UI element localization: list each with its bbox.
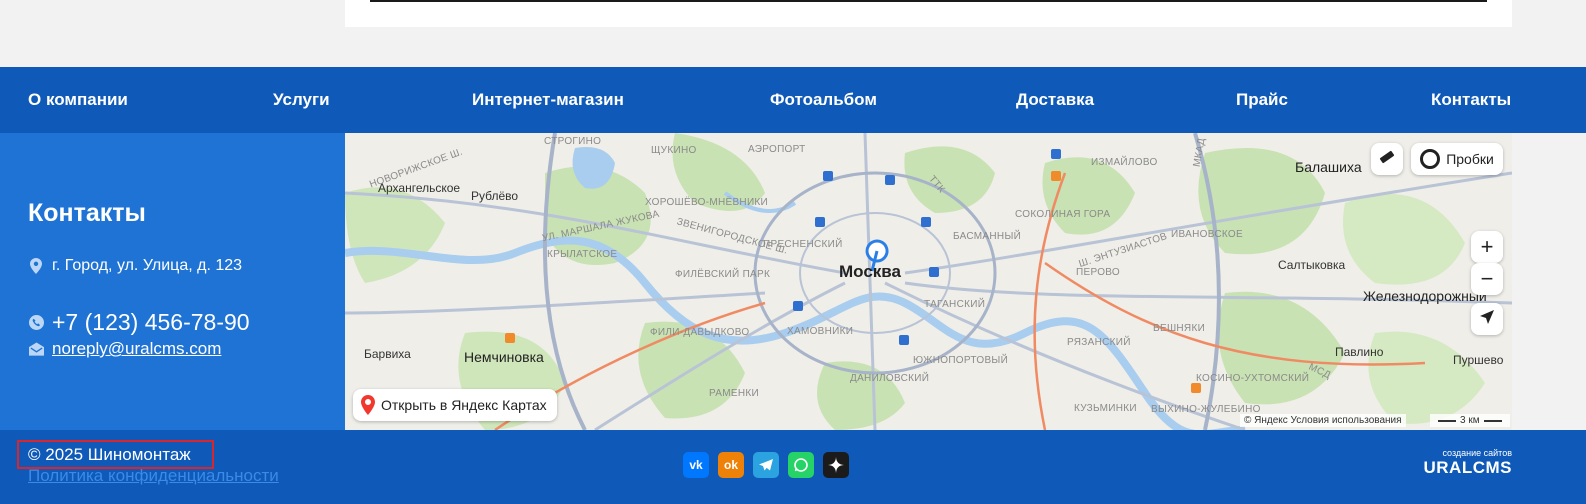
developer-tagline: создание сайтов	[1442, 448, 1512, 458]
contacts-title: Контакты	[28, 199, 146, 227]
map-label: Рублёво	[471, 189, 519, 203]
ruler-button[interactable]	[1371, 143, 1403, 175]
map-district-label: ХОРОШЁВО-МНЁВНИКИ	[645, 197, 769, 208]
map-label: Пуршево	[1453, 353, 1504, 367]
map-label: Барвиха	[364, 347, 411, 361]
content-card	[345, 0, 1512, 27]
yandex-map[interactable]: Балашиха Архангельское Рублёво Салтыковк…	[345, 133, 1512, 430]
map-copyright[interactable]: © Яндекс Условия использования	[1240, 414, 1406, 427]
nav-item-contacts[interactable]: Контакты	[1431, 67, 1511, 133]
whatsapp-icon[interactable]	[788, 452, 814, 478]
footer-nav: О компании Услуги Интернет-магазин Фотоа…	[0, 67, 1586, 133]
map-district-label: КОСИНО-УХТОМСКИЙ	[1196, 373, 1310, 384]
address-row: г. Город, ул. Улица, д. 123	[28, 257, 242, 275]
geolocation-button[interactable]	[1471, 303, 1503, 335]
map-district-label: ИВАНОВСКОЕ	[1171, 229, 1243, 240]
map-district-label: ЩУКИНО	[651, 145, 697, 156]
open-in-yandex-maps-label: Открыть в Яндекс Картах	[381, 397, 547, 413]
odnoklassniki-icon[interactable]: ok	[718, 452, 744, 478]
ruler-icon	[1378, 148, 1396, 171]
map-district-label: ВЕШНЯКИ	[1153, 323, 1206, 334]
map-district-label: ИЗМАЙЛОВО	[1091, 157, 1158, 168]
map-district-label: СТРОГИНО	[544, 136, 602, 147]
map-district-label: СОКОЛИНАЯ ГОРА	[1015, 209, 1111, 220]
nav-item-price[interactable]: Прайс	[1236, 67, 1288, 133]
map-label: Павлино	[1335, 345, 1384, 359]
nav-item-services[interactable]: Услуги	[273, 67, 330, 133]
nav-item-about[interactable]: О компании	[28, 67, 128, 133]
developer-credit[interactable]: создание сайтов URALCMS	[1424, 448, 1513, 478]
minus-icon: −	[1480, 266, 1494, 291]
contacts-panel: Контакты г. Город, ул. Улица, д. 123 +7 …	[0, 133, 345, 430]
map-district-label: ТАГАНСКИЙ	[924, 299, 986, 310]
dzen-icon[interactable]	[823, 452, 849, 478]
email-link[interactable]: noreply@uralcms.com	[52, 339, 221, 359]
vk-icon[interactable]: vk	[683, 452, 709, 478]
map-pin-icon	[361, 395, 375, 415]
zoom-in-button[interactable]: +	[1471, 231, 1503, 263]
map-district-label: ДАНИЛОВСКИЙ	[850, 373, 930, 384]
map-district-label: ХАМОВНИКИ	[787, 326, 854, 337]
map-district-label: БАСМАННЫЙ	[953, 231, 1022, 242]
traffic-label: Пробки	[1446, 151, 1494, 167]
site-footer: © 2025 Шиномонтаж Политика конфиденциаль…	[0, 430, 1586, 504]
phone-row[interactable]: +7 (123) 456-78-90	[28, 309, 250, 336]
nav-item-shop[interactable]: Интернет-магазин	[472, 67, 624, 133]
map-district-label: АЭРОПОРТ	[748, 144, 806, 155]
open-in-yandex-maps-button[interactable]: Открыть в Яндекс Картах	[353, 389, 557, 421]
map-district-label: ФИЛЁВСКИЙ ПАРК	[675, 269, 771, 280]
telegram-icon[interactable]	[753, 452, 779, 478]
map-label: Салтыковка	[1278, 258, 1346, 272]
location-pin-icon	[28, 258, 44, 274]
map-district-label: ЮЖНОПОРТОВЫЙ	[913, 355, 1009, 366]
content-divider	[370, 0, 1487, 2]
address-text: г. Город, ул. Улица, д. 123	[52, 257, 243, 274]
nav-item-delivery[interactable]: Доставка	[1016, 67, 1094, 133]
map-district-label: КУЗЬМИНКИ	[1074, 403, 1137, 414]
zoom-out-button[interactable]: −	[1471, 263, 1503, 295]
map-label: Железнодорожный	[1363, 288, 1487, 304]
navigation-arrow-icon	[1479, 309, 1495, 330]
map-scale: 3 км	[1430, 414, 1510, 427]
traffic-icon	[1420, 149, 1441, 169]
content-area-top	[0, 0, 1586, 67]
copyright-text: © 2025 Шиномонтаж	[17, 440, 214, 469]
social-links: vk ok	[683, 452, 849, 478]
privacy-policy-link[interactable]: Политика конфиденциальности	[28, 466, 279, 486]
map-district-label: ФИЛИ-ДАВЫДКОВО	[650, 327, 750, 338]
developer-brand[interactable]: URALCMS	[1424, 458, 1513, 478]
nav-item-photo-album[interactable]: Фотоальбом	[770, 67, 877, 133]
email-row[interactable]: noreply@uralcms.com	[28, 339, 221, 359]
mail-icon	[28, 341, 44, 357]
traffic-button[interactable]: Пробки	[1411, 143, 1503, 175]
phone-icon	[28, 315, 44, 331]
map-district-label: РАМЕНКИ	[709, 388, 760, 399]
map-city-label: Москва	[839, 262, 901, 281]
map-label: Немчиновка	[464, 349, 544, 365]
plus-icon: +	[1480, 234, 1494, 259]
map-district-label: РЯЗАНСКИЙ	[1067, 337, 1131, 348]
phone-text[interactable]: +7 (123) 456-78-90	[52, 309, 250, 336]
map-scale-label: 3 км	[1460, 415, 1480, 426]
map-label: Балашиха	[1295, 159, 1362, 175]
map-district-label: КРЫЛАТСКОЕ	[547, 249, 618, 260]
